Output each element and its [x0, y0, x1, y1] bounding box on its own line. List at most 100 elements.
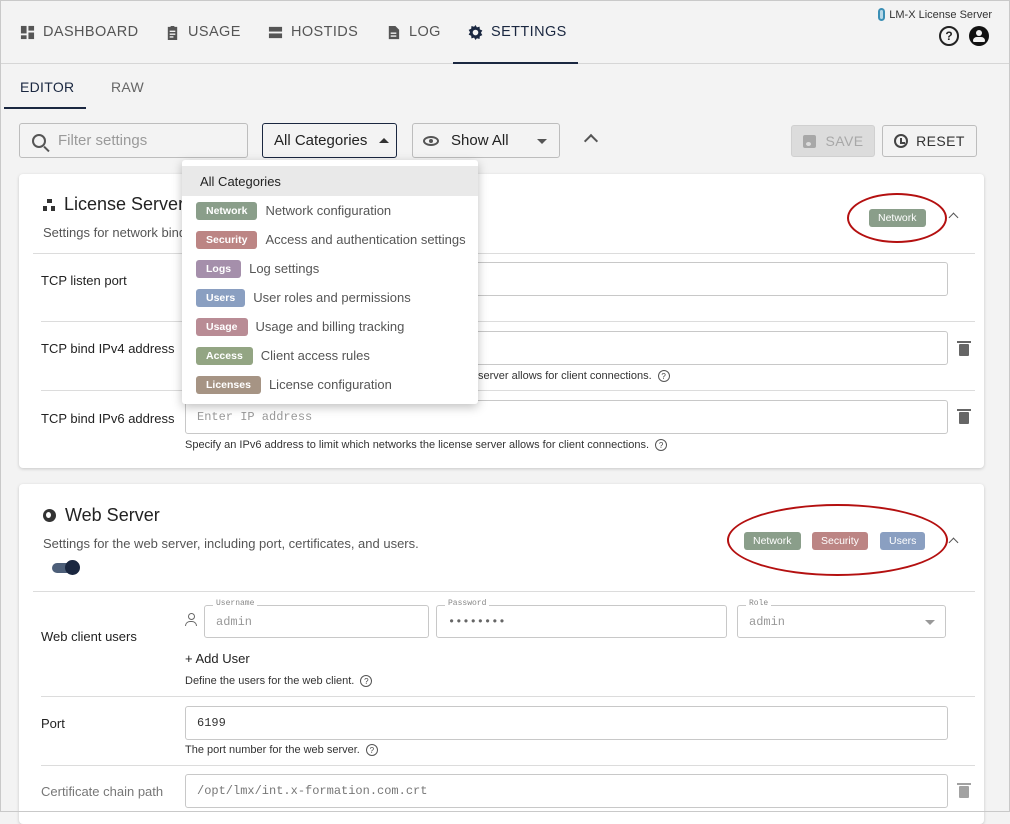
ipv6-hint: Specify an IPv6 address to limit which n… — [185, 439, 668, 451]
filter-input[interactable] — [56, 131, 226, 150]
sitemap-icon — [43, 198, 55, 211]
category-select[interactable]: All Categories — [262, 123, 397, 158]
dropdown-item-label: Network configuration — [265, 203, 392, 218]
dropdown-item-label: Log settings — [249, 261, 320, 276]
save-button-label: SAVE — [825, 133, 864, 149]
tab-raw[interactable]: RAW — [111, 64, 144, 109]
trash-icon[interactable] — [957, 409, 971, 424]
show-select-value: Show All — [451, 132, 509, 149]
dashboard-icon — [20, 25, 35, 39]
history-icon — [894, 134, 909, 148]
dropdown-item-label: Access and authentication settings — [265, 232, 466, 247]
help-icon[interactable]: ? — [939, 26, 959, 46]
brand-title: LM-X License Server — [889, 8, 992, 21]
reset-button[interactable]: RESET — [882, 125, 977, 157]
nav-settings-label: SETTINGS — [491, 24, 567, 40]
dropdown-item-users[interactable]: Users User roles and permissions — [182, 283, 478, 312]
dropdown-item-licenses[interactable]: Licenses License configuration — [182, 370, 478, 399]
document-icon — [388, 25, 400, 39]
annotation-circle — [847, 193, 947, 243]
role-value: admin — [749, 614, 786, 629]
dropdown-item-security[interactable]: Security Access and authentication setti… — [182, 225, 478, 254]
tcp-port-label: TCP listen port — [41, 273, 127, 288]
dropdown-item-label: License configuration — [268, 377, 392, 392]
help-icon[interactable]: ? — [360, 675, 373, 687]
help-icon[interactable]: ? — [655, 439, 668, 451]
eye-icon — [423, 135, 439, 146]
port-hint: The port number for the web server. ? — [185, 744, 378, 756]
web-server-toggle[interactable] — [52, 560, 80, 575]
badge-licenses: Licenses — [196, 375, 261, 394]
reset-button-label: RESET — [916, 133, 965, 149]
filter-field[interactable] — [19, 123, 248, 158]
password-value: •••••••• — [448, 614, 506, 629]
top-navigation: DASHBOARD USAGE HOSTIDS LOG SETTINGS LM-… — [0, 0, 1010, 64]
web-server-title-row: Web Server — [43, 505, 160, 526]
web-users-hint-text: Define the users for the web client. — [185, 675, 355, 687]
cert-path-field[interactable]: /opt/lmx/int.x-formation.com.crt — [185, 774, 948, 808]
username-field[interactable]: Username admin — [204, 599, 429, 638]
show-select[interactable]: Show All — [412, 123, 560, 158]
account-icon[interactable] — [969, 26, 989, 46]
ipv6-field[interactable]: Enter IP address — [185, 400, 948, 434]
password-field[interactable]: Password •••••••• — [436, 599, 727, 638]
caret-up-icon — [379, 138, 390, 143]
web-users-hint: Define the users for the web client. ? — [185, 675, 373, 687]
category-select-value: All Categories — [274, 132, 368, 149]
badge-usage: Usage — [196, 317, 248, 336]
nav-log[interactable]: LOG — [386, 0, 441, 64]
nav-usage[interactable]: USAGE — [165, 0, 241, 64]
ipv4-hint: server allows for client connections. ? — [478, 370, 670, 382]
server-icon — [268, 26, 283, 38]
cert-path-label: Certificate chain path — [41, 784, 164, 799]
active-tab-indicator — [453, 62, 578, 64]
save-icon — [802, 134, 816, 148]
subtab-indicator — [4, 107, 86, 109]
dropdown-item-logs[interactable]: Logs Log settings — [182, 254, 478, 283]
help-icon[interactable]: ? — [365, 744, 378, 756]
port-label: Port — [41, 716, 65, 731]
badge-logs: Logs — [196, 259, 242, 278]
ipv4-hint-text: server allows for client connections. — [478, 370, 652, 382]
tab-editor[interactable]: EDITOR — [20, 64, 74, 109]
trash-icon[interactable] — [957, 783, 971, 798]
save-button[interactable]: SAVE — [791, 125, 875, 157]
dropdown-item-access[interactable]: Access Client access rules — [182, 341, 478, 370]
ipv4-field[interactable] — [470, 331, 948, 365]
globe-icon — [43, 509, 56, 522]
dropdown-item-usage[interactable]: Usage Usage and billing tracking — [182, 312, 478, 341]
badge-network: Network — [196, 201, 258, 220]
role-select[interactable]: Role admin — [737, 599, 946, 638]
badge-users: Users — [196, 288, 246, 307]
web-users-label: Web client users — [41, 629, 137, 644]
nav-hostids-label: HOSTIDS — [291, 24, 359, 40]
ipv4-label: TCP bind IPv4 address — [41, 341, 175, 356]
add-user-button[interactable]: + Add User — [185, 651, 250, 666]
divider — [41, 765, 975, 766]
divider — [41, 696, 975, 697]
dropdown-item-network[interactable]: Network Network configuration — [182, 196, 478, 225]
brand: LM-X License Server — [878, 8, 992, 21]
port-field[interactable]: 6199 — [185, 706, 948, 740]
tcp-port-field[interactable] — [470, 262, 948, 296]
dropdown-item-label: All Categories — [200, 173, 281, 189]
person-icon — [185, 613, 197, 626]
nav-settings[interactable]: SETTINGS — [468, 0, 567, 64]
dropdown-item-all[interactable]: All Categories — [182, 166, 478, 196]
badge-security: Security — [196, 230, 258, 249]
username-value: admin — [216, 614, 253, 629]
badge-access: Access — [196, 346, 253, 365]
collapse-all-icon[interactable] — [583, 133, 599, 149]
divider — [33, 591, 975, 592]
divider — [33, 253, 975, 254]
help-icon[interactable]: ? — [657, 370, 670, 382]
web-server-title: Web Server — [65, 505, 160, 525]
nav-dashboard[interactable]: DASHBOARD — [20, 0, 138, 64]
dropdown-item-label: Usage and billing tracking — [255, 319, 405, 334]
nav-usage-label: USAGE — [188, 24, 241, 40]
ipv6-label: TCP bind IPv6 address — [41, 411, 175, 426]
search-icon — [32, 133, 46, 148]
gear-icon — [468, 24, 483, 40]
trash-icon[interactable] — [957, 341, 971, 356]
nav-hostids[interactable]: HOSTIDS — [268, 0, 358, 64]
